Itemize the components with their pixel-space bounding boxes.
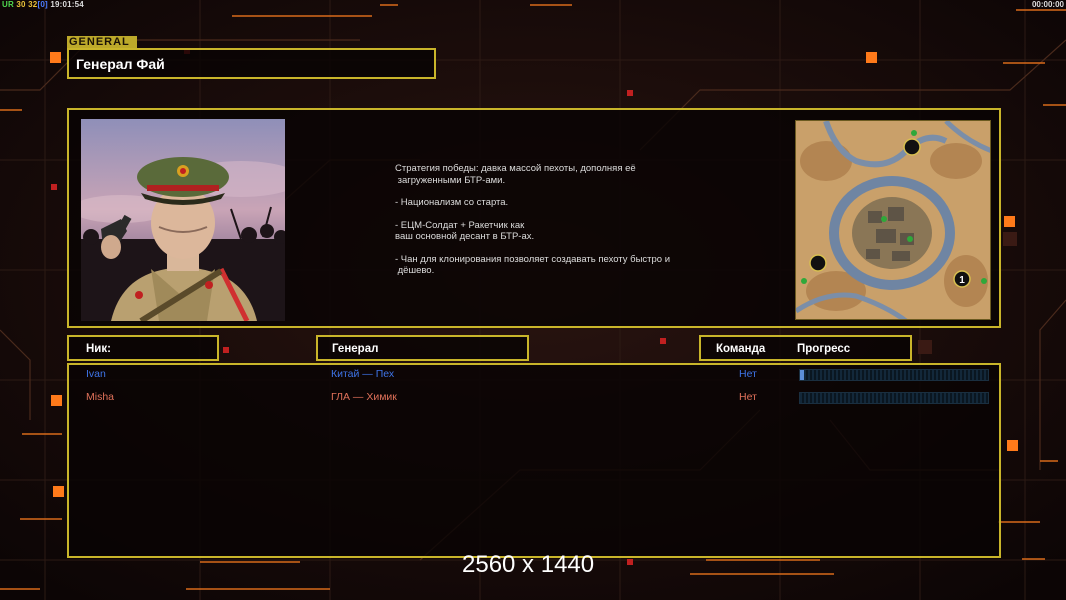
player-progress-bar bbox=[799, 369, 989, 381]
description-line-3: - ЕЦМ-Солдат + Ракетчик как ваш основной… bbox=[395, 219, 535, 243]
player-general: Китай — Пех bbox=[331, 368, 395, 380]
player-general: ГЛА — Химик bbox=[331, 391, 397, 403]
hud-label: UR bbox=[2, 0, 14, 9]
hud-num-1: 30 bbox=[16, 0, 26, 9]
progress-fill bbox=[800, 370, 804, 380]
player-team: Нет bbox=[739, 368, 757, 380]
general-info-panel: Стратегия победы: давка массой пехоты, д… bbox=[67, 108, 1001, 328]
description-line-4: - Чан для клонирования позволяет создава… bbox=[395, 253, 671, 277]
general-portrait bbox=[81, 119, 285, 321]
general-title-frame: Генерал Фай bbox=[67, 48, 436, 79]
description-line-2: - Национализм со старта. bbox=[395, 197, 509, 208]
header-general: Генерал bbox=[316, 335, 529, 361]
general-description: Стратегия победы: давка массой пехоты, д… bbox=[395, 163, 705, 277]
map-preview: 1 bbox=[795, 120, 991, 320]
player-nick: Misha bbox=[86, 391, 115, 403]
general-name: Генерал Фай bbox=[76, 56, 165, 72]
player-team: Нет bbox=[739, 391, 757, 403]
header-team-progress: Команда Прогресс bbox=[699, 335, 912, 361]
player-progress-bar bbox=[799, 392, 989, 404]
resolution-watermark: 2560 x 1440 bbox=[462, 551, 595, 578]
general-tag: GENERAL bbox=[67, 36, 137, 48]
header-nick: Ник: bbox=[67, 335, 219, 361]
hud-clock: 19:01:54 bbox=[50, 0, 84, 9]
player-row: Misha ГЛА — Химик Нет bbox=[69, 389, 999, 407]
player-row: Ivan Китай — Пех Нет bbox=[69, 366, 999, 384]
player-nick: Ivan bbox=[86, 368, 106, 380]
header-nick-label: Ник: bbox=[86, 343, 111, 355]
description-line-1: Стратегия победы: давка массой пехоты, д… bbox=[395, 163, 636, 186]
players-list: Ivan Китай — Пех Нет Misha ГЛА — Химик Н… bbox=[67, 363, 1001, 558]
hud-stats: UR 30 32[0] 19:01:54 bbox=[2, 0, 84, 9]
header-progress-label: Прогресс bbox=[797, 343, 851, 355]
map-start-marker: 1 bbox=[959, 275, 965, 286]
header-general-label: Генерал bbox=[332, 343, 379, 355]
header-team-label: Команда bbox=[716, 343, 766, 355]
hud-timer: 00:00:00 bbox=[1031, 0, 1064, 9]
